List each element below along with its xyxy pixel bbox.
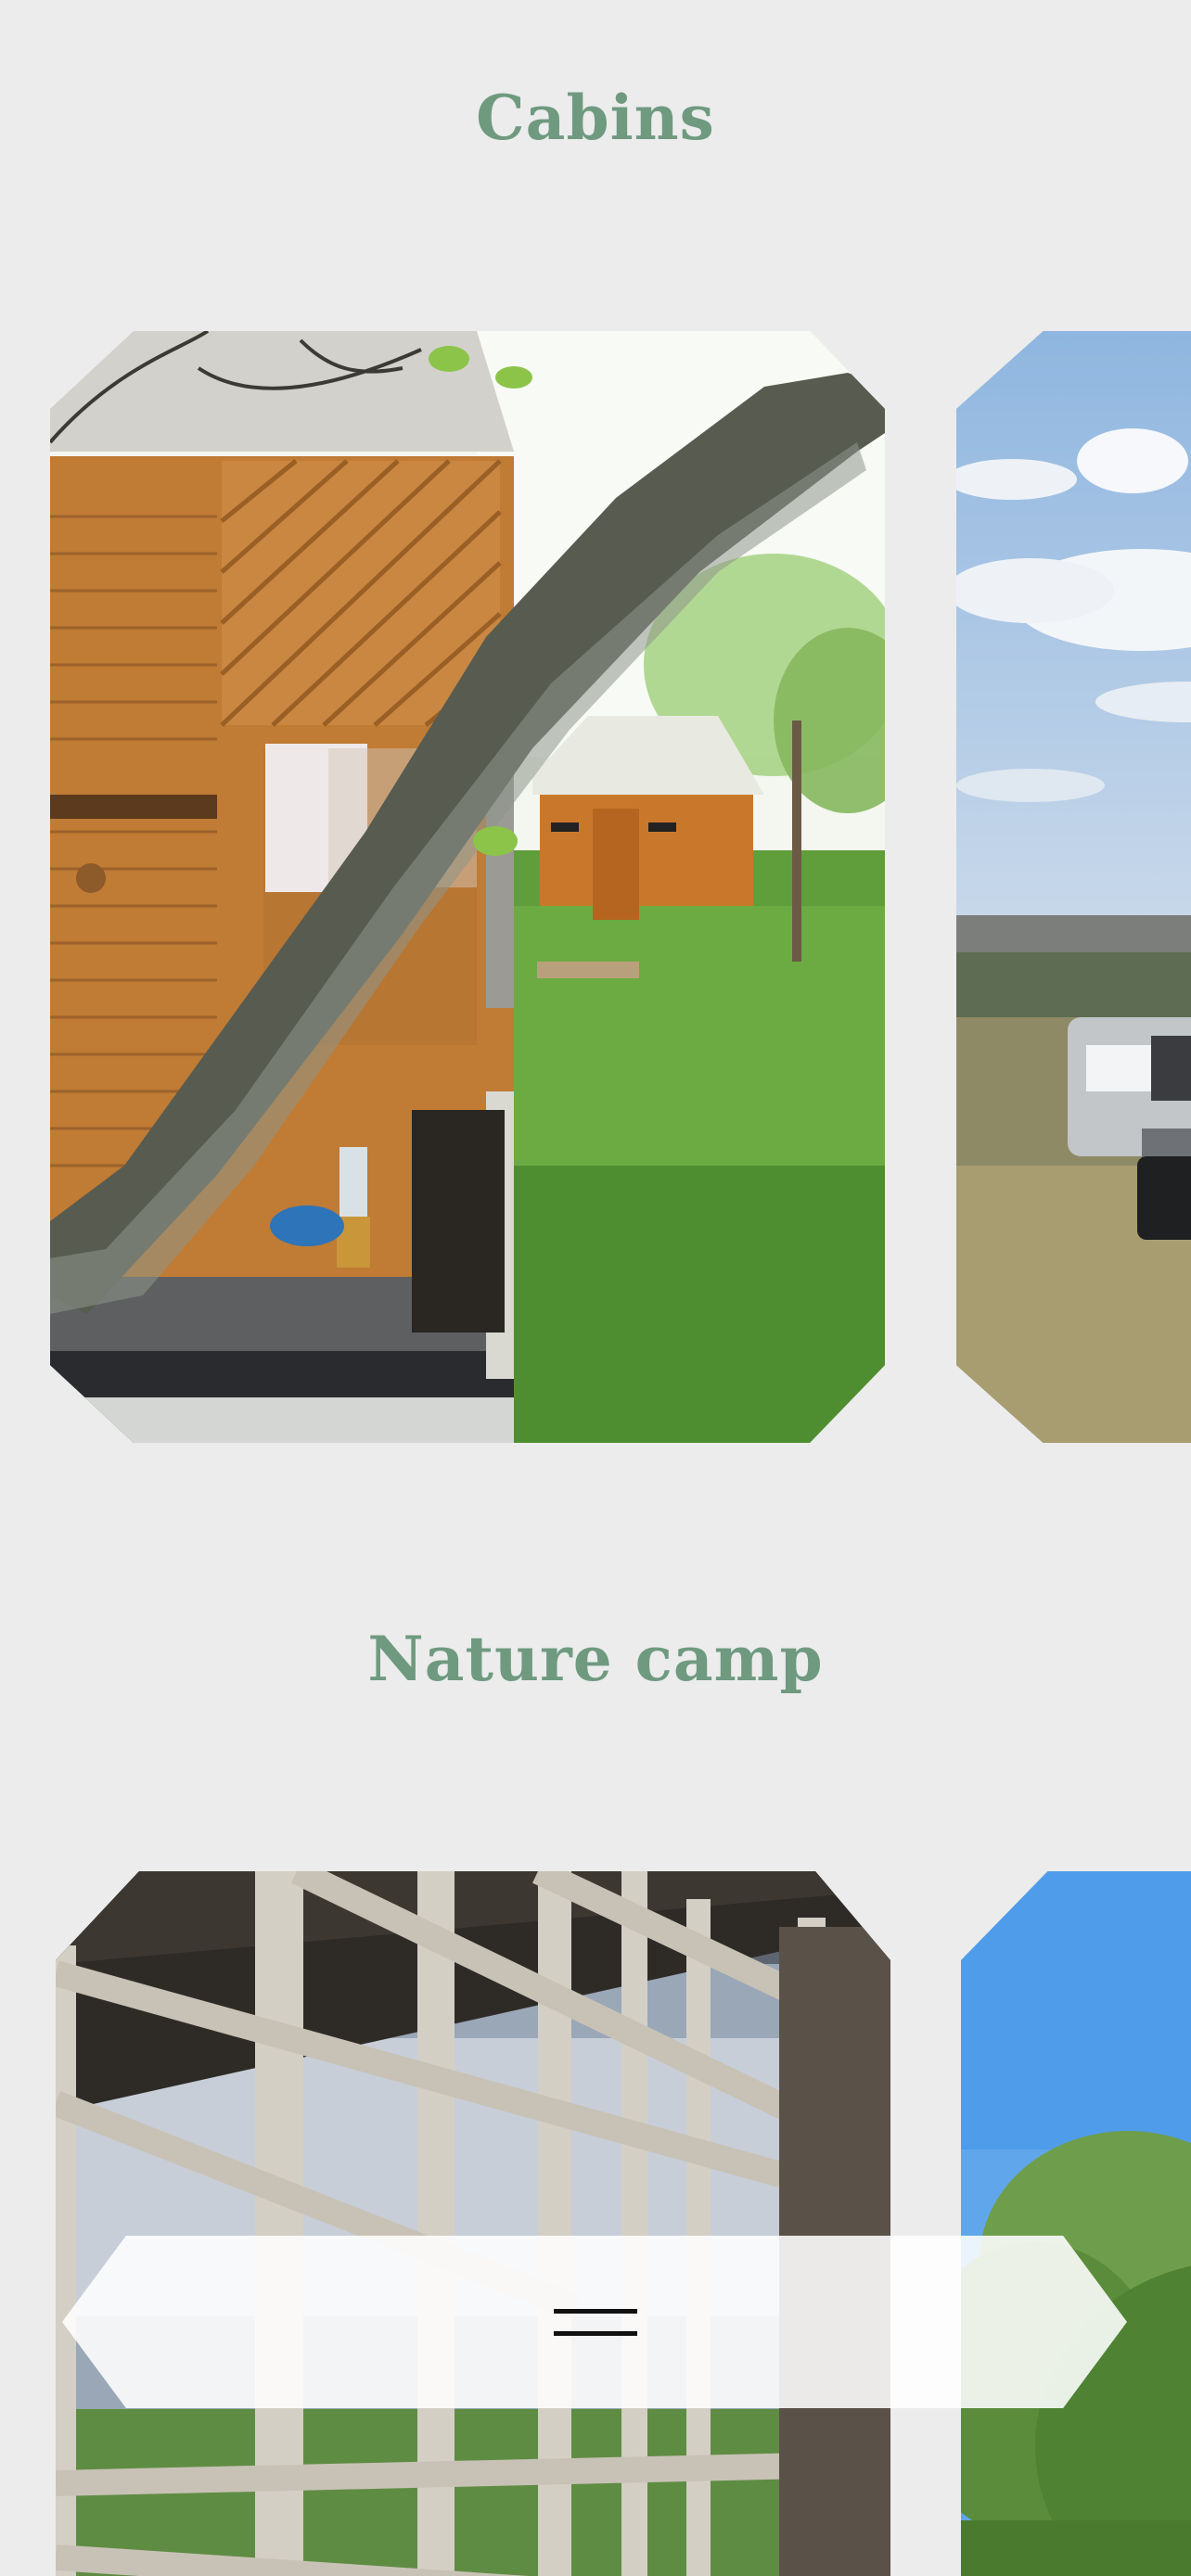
hamburger-menu-icon[interactable] <box>554 2305 637 2339</box>
nature-camp-carousel-image-2[interactable] <box>961 1871 1191 2576</box>
menu-bar <box>62 2236 1127 2408</box>
green-trees-sky-photo <box>961 1871 1191 2576</box>
section-title-nature-camp: Nature camp <box>367 1623 824 1695</box>
menu-line-top <box>554 2309 637 2314</box>
cabins-carousel-image-2[interactable] <box>956 331 1191 1443</box>
page: Cabins Nature camp <box>0 0 1191 2576</box>
nature-camp-carousel-image-1[interactable] <box>56 1871 890 2576</box>
section-title-cabins: Cabins <box>476 82 715 154</box>
wooden-lattice-shelter-photo <box>56 1871 890 2576</box>
cabins-carousel-image-1[interactable] <box>50 331 885 1443</box>
menu-line-bottom <box>554 2331 637 2336</box>
truck-on-hill-photo <box>956 331 1191 1443</box>
cabin-with-tree-branch-photo <box>50 331 885 1443</box>
